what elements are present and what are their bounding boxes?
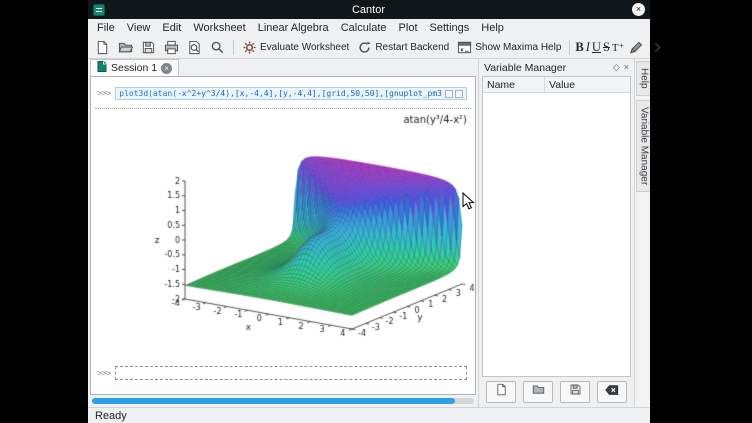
empty-command-prompt: >>> [97,367,110,379]
mouse-cursor [462,192,475,216]
status-bar: Ready [88,407,650,423]
highlight-pen-icon [629,40,644,55]
underline-button[interactable]: U [592,38,601,56]
close-panel-icon[interactable]: × [624,63,629,72]
open-folder-icon [118,40,133,55]
command-entry: >>> plot3d(atan(-x^2+y^3/4),[x,-4,4],[y,… [97,87,467,100]
menu-settings[interactable]: Settings [424,21,476,35]
chevron-right-icon [652,41,663,54]
zoom-button[interactable] [207,37,228,57]
side-tab-strip: Help Variable Manager [634,59,650,407]
strikethrough-button[interactable]: S [603,38,610,56]
save-icon [569,383,582,401]
magnifier-icon [210,40,225,55]
restart-backend-button[interactable]: Restart Backend [354,37,452,57]
superscript-button[interactable]: T⁺ [612,38,625,56]
print-preview-icon [187,40,202,55]
cantor-app-icon [93,4,105,16]
restart-label: Restart Backend [375,42,449,53]
menu-view[interactable]: View [121,21,157,35]
plot3d-result-image [135,107,475,355]
code-token: atan( [153,89,177,98]
new-document-icon [95,40,110,55]
empty-command-entry: >>> [97,366,467,380]
load-variables-button[interactable] [523,381,553,403]
toolbar: Evaluate Worksheet Restart Backend Show … [88,36,650,59]
print-button[interactable] [161,37,182,57]
maxima-help-label: Show Maxima Help [475,42,561,53]
worksheet-tab-icon [97,61,107,75]
menu-plot[interactable]: Plot [393,21,424,35]
command-prompt: >>> [97,87,110,99]
toolbar-overflow-button[interactable] [649,37,666,57]
command-inline-icons [445,90,463,98]
variables-table-body[interactable] [483,93,630,376]
menu-calculate[interactable]: Calculate [335,21,393,35]
bold-button[interactable]: B [575,38,583,56]
code-token: -x^2+y^3/4),[x,-4,4],[y,-4,4],[grid,50,5… [177,89,442,98]
toolbar-separator [569,40,570,55]
column-header-value[interactable]: Value [545,77,630,92]
titlebar[interactable]: Cantor × [88,0,650,19]
window-title: Cantor [105,4,632,16]
command-code: plot3d(atan(-x^2+y^3/4),[x,-4,4],[y,-4,4… [119,89,442,98]
save-variables-button[interactable] [560,381,590,403]
clear-variables-button[interactable] [597,381,627,403]
evaluate-label: Evaluate Worksheet [260,42,349,53]
backspace-icon [605,383,619,401]
save-worksheet-button[interactable] [138,37,159,57]
print-preview-button[interactable] [184,37,205,57]
evaluate-worksheet-button[interactable]: Evaluate Worksheet [239,37,352,57]
new-worksheet-button[interactable] [92,37,113,57]
command-input[interactable]: plot3d(atan(-x^2+y^3/4),[x,-4,4],[y,-4,4… [115,87,467,100]
menu-help[interactable]: Help [475,21,510,35]
evaluate-icon [242,40,257,55]
cantor-window: Cantor × File View Edit Worksheet Linear… [88,0,650,423]
restart-icon [357,40,372,55]
column-header-name[interactable]: Name [483,77,545,92]
menu-linear-algebra[interactable]: Linear Algebra [252,21,335,35]
maxima-help-icon [457,40,472,55]
screen: { "window": { "title": "Cantor", "close_… [0,0,752,423]
completion-icon[interactable] [445,90,453,98]
new-variable-button[interactable] [486,381,516,403]
hscroll-fill[interactable] [92,398,455,404]
variables-table-header: Name Value [483,77,630,93]
worksheet-pane: Session 1 × >>> plot3d(atan(-x^2+y^3/4),… [88,59,478,407]
open-worksheet-button[interactable] [115,37,136,57]
main-content: Session 1 × >>> plot3d(atan(-x^2+y^3/4),… [88,59,650,407]
status-text: Ready [95,410,127,422]
variable-manager-panel: Variable Manager ◇ × Name Value [478,59,634,407]
worksheet-view[interactable]: >>> plot3d(atan(-x^2+y^3/4),[x,-4,4],[y,… [90,76,476,395]
side-tab-help[interactable]: Help [636,61,650,96]
code-token: plot3d( [119,89,153,98]
toolbar-separator [233,40,234,55]
menu-bar: File View Edit Worksheet Linear Algebra … [88,19,650,36]
close-window-button[interactable]: × [632,3,645,16]
dock-title: Variable Manager [484,62,609,74]
session-tab-bar: Session 1 × [88,59,478,76]
variables-table: Name Value [482,76,631,377]
menu-edit[interactable]: Edit [156,21,187,35]
session-tab-label: Session 1 [111,62,157,74]
menu-file[interactable]: File [91,21,121,35]
horizontal-scrollbar[interactable] [92,398,474,404]
open-folder-icon [532,383,545,401]
side-tab-variable-manager[interactable]: Variable Manager [636,100,650,192]
tab-session-1[interactable]: Session 1 × [90,59,179,76]
tab-close-icon[interactable]: × [161,63,172,74]
highlight-button[interactable] [626,37,647,57]
italic-button[interactable]: I [586,38,590,56]
variable-manager-toolbar [479,377,634,407]
dock-header: Variable Manager ◇ × [479,59,634,76]
new-document-icon [495,383,508,401]
menu-worksheet[interactable]: Worksheet [187,21,251,35]
float-panel-icon[interactable]: ◇ [613,63,620,72]
empty-command-input[interactable] [115,366,467,380]
save-icon [141,40,156,55]
information-icon[interactable] [455,90,463,98]
print-icon [164,40,179,55]
show-maxima-help-button[interactable]: Show Maxima Help [454,37,564,57]
